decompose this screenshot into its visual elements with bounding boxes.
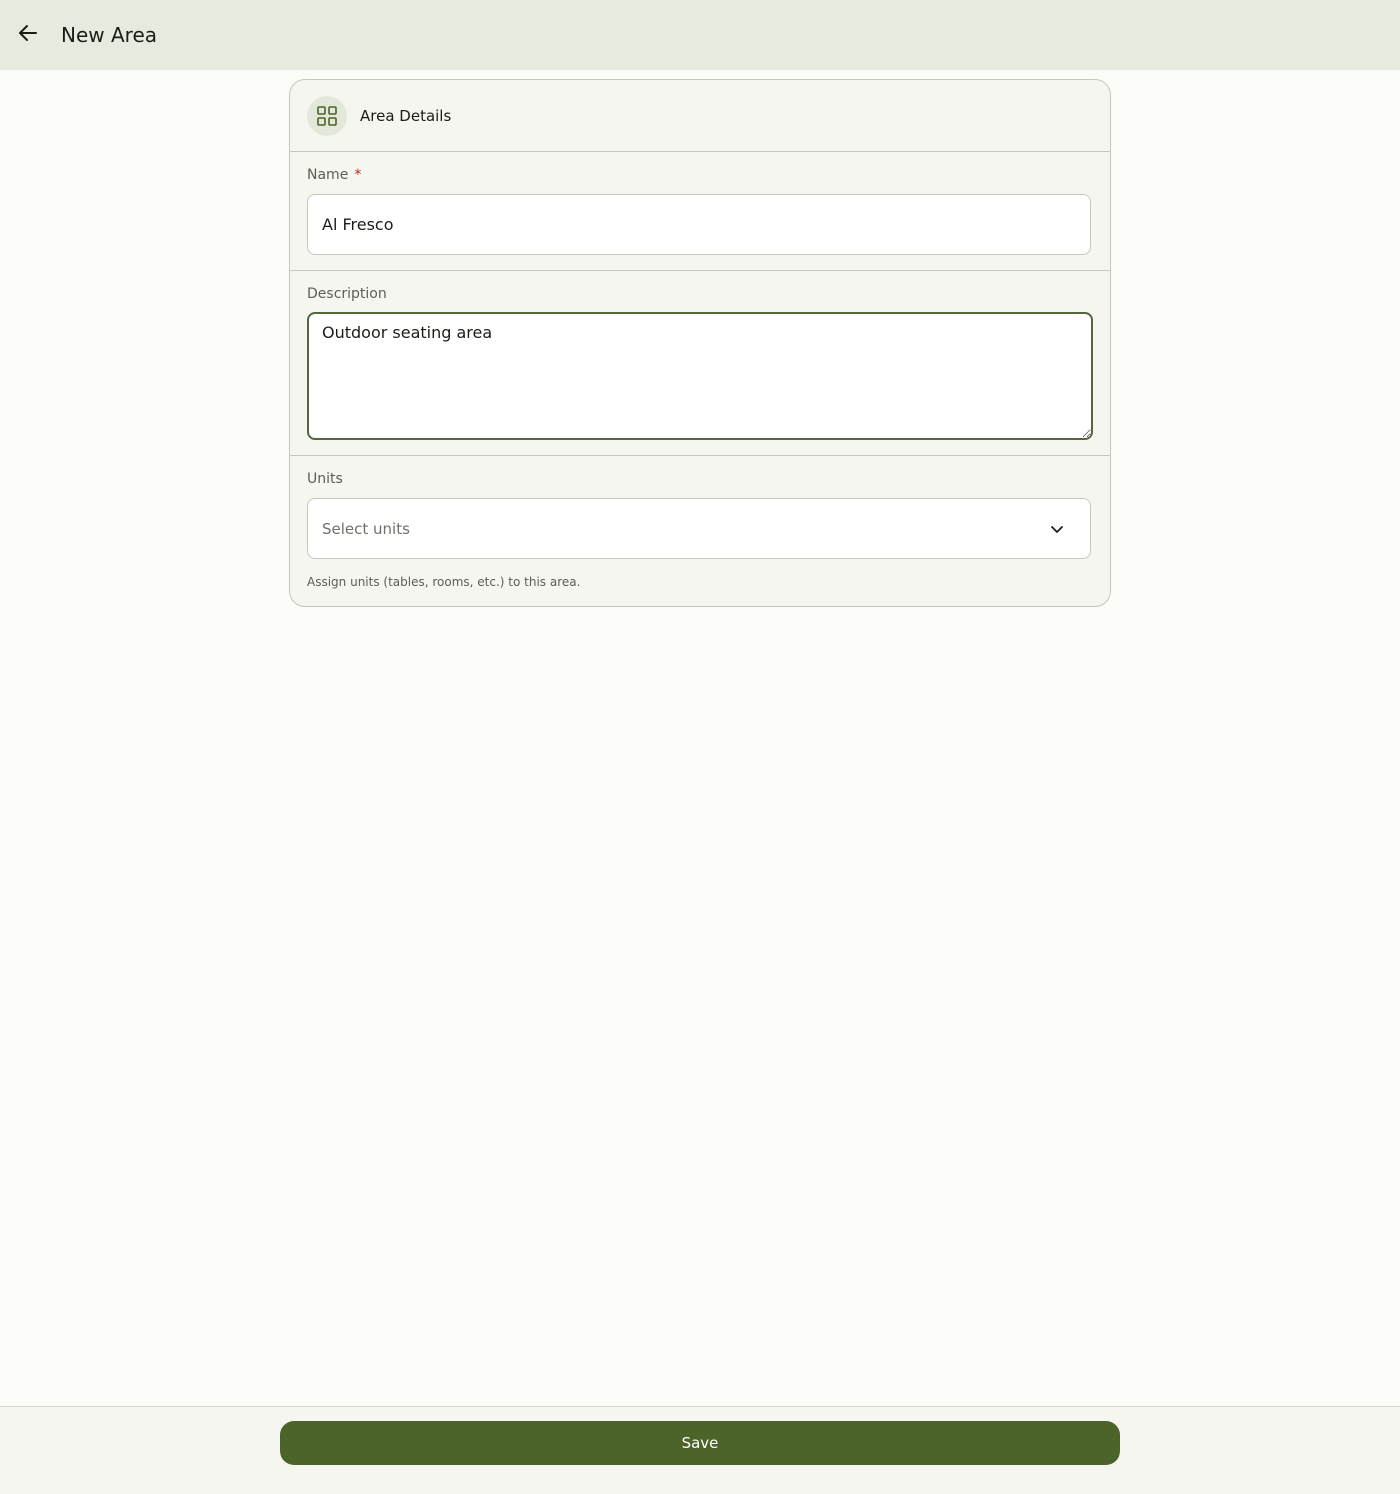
description-textarea[interactable]: Outdoor seating area <box>307 312 1093 440</box>
name-label: Name * <box>307 167 361 183</box>
card-title: Area Details <box>360 106 452 125</box>
units-select[interactable]: Select units <box>307 498 1091 559</box>
page-title: New Area <box>61 23 158 47</box>
units-section: Units Select units Assign units (tables,… <box>290 456 1110 606</box>
back-button[interactable] <box>8 15 48 55</box>
required-indicator: * <box>354 167 362 183</box>
bottom-action-bar: Save <box>0 1406 1400 1494</box>
name-input[interactable] <box>307 194 1091 255</box>
name-label-text: Name <box>307 167 349 183</box>
name-section: Name * <box>290 152 1110 271</box>
description-label: Description <box>307 286 387 302</box>
arrow-left-icon <box>16 21 40 49</box>
grid-icon <box>307 95 347 136</box>
top-app-bar: New Area <box>0 0 1400 70</box>
chevron-down-icon <box>1048 520 1066 538</box>
card-header: Area Details <box>290 80 1110 152</box>
units-label: Units <box>307 471 343 487</box>
description-section: Description Outdoor seating area <box>290 271 1110 456</box>
area-details-card: Area Details Name * Description Outdoor s… <box>289 79 1111 607</box>
units-helper-text: Assign units (tables, rooms, etc.) to th… <box>307 575 581 589</box>
units-select-placeholder: Select units <box>322 519 410 538</box>
save-button[interactable]: Save <box>280 1421 1120 1465</box>
